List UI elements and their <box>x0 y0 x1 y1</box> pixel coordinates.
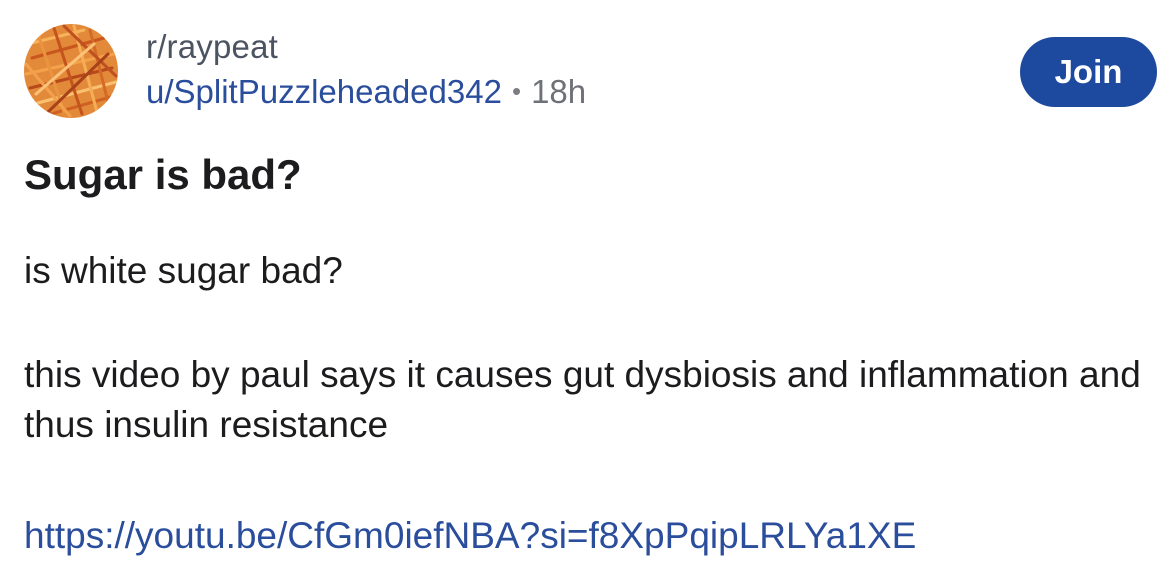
post-body: is white sugar bad? this video by paul s… <box>24 246 1144 450</box>
post-byline: u/SplitPuzzleheaded342 • 18h <box>146 72 586 111</box>
join-button[interactable]: Join <box>1020 37 1157 107</box>
body-paragraph: this video by paul says it causes gut dy… <box>24 354 1141 445</box>
post-timestamp: 18h <box>531 73 587 110</box>
post-card: r/raypeat u/SplitPuzzleheaded342 • 18h Joi… <box>0 0 1169 587</box>
subreddit-name[interactable]: r/raypeat <box>146 28 586 66</box>
video-link[interactable]: https://youtu.be/CfGm0iefNBA?si=f8XpPqip… <box>24 511 916 561</box>
separator-dot: • <box>511 76 522 106</box>
author-username[interactable]: u/SplitPuzzleheaded342 <box>146 73 502 110</box>
subreddit-avatar-icon[interactable] <box>24 24 118 118</box>
body-paragraph: is white sugar bad? <box>24 250 343 291</box>
post-title: Sugar is bad? <box>24 151 302 198</box>
post-meta: r/raypeat u/SplitPuzzleheaded342 • 18h <box>146 28 586 111</box>
